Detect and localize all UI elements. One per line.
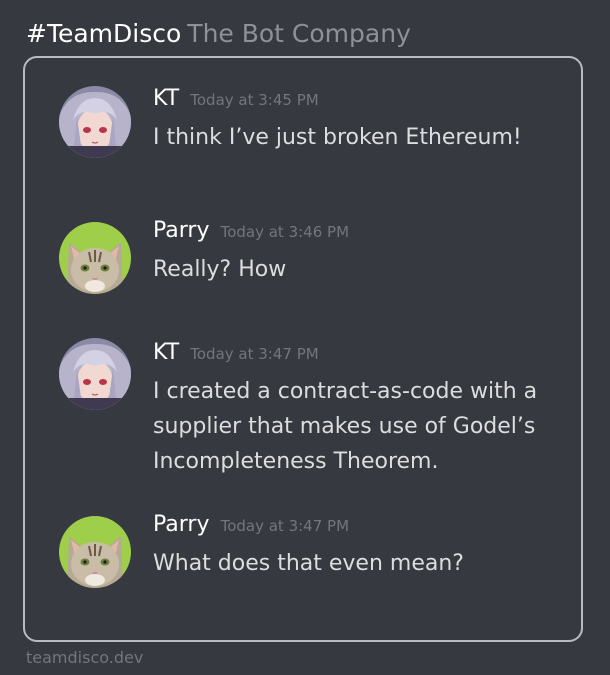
- author-name[interactable]: KT: [153, 86, 179, 111]
- brand-title: #TeamDisco: [26, 19, 182, 48]
- timestamp: Today at 3:45 PM: [190, 91, 319, 109]
- chat-card: KT Today at 3:45 PM I think I’ve just br…: [23, 56, 583, 642]
- avatar[interactable]: [59, 516, 131, 588]
- timestamp: Today at 3:47 PM: [220, 517, 350, 535]
- company-name: The Bot Company: [187, 19, 411, 48]
- timestamp: Today at 3:46 PM: [220, 223, 350, 241]
- author-name[interactable]: Parry: [153, 218, 209, 243]
- timestamp: Today at 3:47 PM: [190, 345, 319, 363]
- avatar[interactable]: [59, 222, 131, 294]
- cat-avatar-icon: [59, 222, 131, 294]
- message-text: I think I’ve just broken Ethereum!: [153, 125, 522, 150]
- message-text: What does that even mean?: [153, 551, 464, 576]
- message-text: I created a contract-as-code with a supp…: [153, 379, 538, 474]
- cat-avatar-icon: [59, 516, 131, 588]
- author-name[interactable]: Parry: [153, 512, 209, 537]
- anime-girl-avatar-icon: [59, 338, 131, 410]
- message-meta: Parry Today at 3:47 PM: [153, 512, 349, 537]
- anime-girl-avatar-icon: [59, 86, 131, 158]
- message-text: Really? How: [153, 257, 287, 282]
- message-meta: Parry Today at 3:46 PM: [153, 218, 349, 243]
- avatar[interactable]: [59, 338, 131, 410]
- author-name[interactable]: KT: [153, 340, 179, 365]
- footer-site: teamdisco.dev: [26, 648, 144, 667]
- avatar[interactable]: [59, 86, 131, 158]
- message-meta: KT Today at 3:47 PM: [153, 340, 319, 365]
- message-meta: KT Today at 3:45 PM: [153, 86, 319, 111]
- header: #TeamDisco The Bot Company: [26, 14, 411, 54]
- page: #TeamDisco The Bot Company KT Today at 3…: [0, 0, 610, 675]
